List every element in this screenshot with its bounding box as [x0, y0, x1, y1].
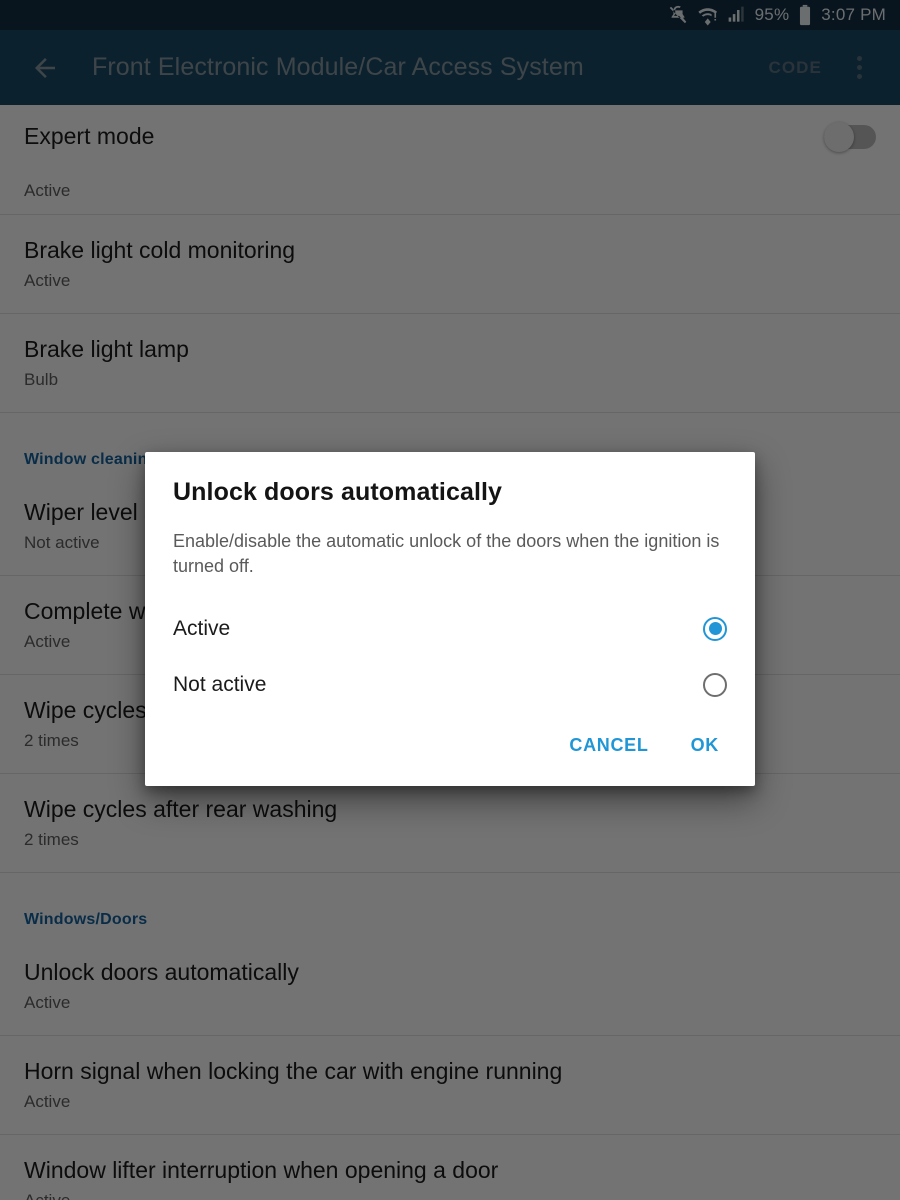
section-header-windows-doors: Windows/Doors [24, 911, 148, 928]
cancel-button[interactable]: CANCEL [555, 727, 662, 764]
code-button[interactable]: CODE [758, 50, 832, 86]
list-item-primary: Brake light lamp [24, 336, 189, 363]
list-item-primary: Window lifter interruption when opening … [24, 1157, 499, 1184]
toggle-knob [824, 121, 854, 152]
list-item-primary: Horn signal when locking the car with en… [24, 1058, 563, 1085]
list-item-secondary: 2 times [24, 829, 79, 849]
mute-bell-icon [667, 4, 689, 26]
expert-mode-label: Expert mode [24, 123, 155, 149]
ok-button[interactable]: OK [677, 727, 733, 764]
page-title: Front Electronic Module/Car Access Syste… [92, 53, 584, 81]
list-item[interactable]: Horn signal when locking the car with en… [0, 1036, 900, 1135]
option-label: Not active [173, 672, 267, 696]
option-row-active[interactable]: Active [145, 601, 755, 657]
list-item-secondary: Active [24, 1191, 876, 1200]
list-item-secondary: Active [24, 181, 71, 200]
wifi-alert-icon [697, 4, 719, 26]
expert-mode-toggle[interactable] [824, 121, 876, 152]
list-item-secondary: Active [24, 1091, 71, 1111]
dialog-title: Unlock doors automatically [173, 478, 503, 506]
list-item[interactable]: Window lifter interruption when opening … [0, 1135, 900, 1200]
status-bar: 95% 3:07 PM [0, 0, 900, 30]
unlock-doors-dialog: Unlock doors automatically Enable/disabl… [145, 452, 755, 786]
app-bar: Front Electronic Module/Car Access Syste… [0, 30, 900, 105]
cellular-signal-icon [727, 5, 747, 25]
list-item[interactable]: Unlock doors automatically Active [0, 937, 900, 1036]
list-item-secondary: Bulb [24, 369, 59, 389]
expert-mode-row[interactable]: Expert mode [0, 105, 900, 168]
battery-percentage: 95% [754, 5, 790, 24]
list-item-primary: Wipe cycles after rear washing [24, 796, 338, 823]
list-item[interactable]: Active [0, 168, 900, 215]
phone-screen: 95% 3:07 PM Front Electronic Module/Car … [0, 0, 900, 1200]
more-vertical-icon[interactable] [840, 45, 878, 91]
list-item-secondary: Active [24, 270, 71, 290]
list-item-primary: Unlock doors automatically [24, 959, 299, 986]
list-item-secondary: Active [24, 992, 71, 1012]
option-row-not-active[interactable]: Not active [145, 657, 755, 713]
list-item-primary: Brake light cold monitoring [24, 237, 296, 264]
dialog-message: Enable/disable the automatic unlock of t… [173, 531, 720, 576]
list-item[interactable]: Brake light lamp Bulb [0, 314, 900, 413]
dialog-options: Active Not active [145, 579, 755, 713]
battery-full-icon [797, 4, 813, 26]
radio-button-not-active[interactable] [703, 672, 727, 697]
list-item[interactable]: Brake light cold monitoring Active [0, 215, 900, 314]
clock: 3:07 PM [821, 5, 886, 24]
back-arrow-icon[interactable] [22, 45, 68, 91]
list-item[interactable]: Wipe cycles after rear washing 2 times [0, 774, 900, 873]
radio-button-active[interactable] [703, 616, 727, 641]
option-label: Active [173, 616, 231, 640]
dialog-actions: CANCEL OK [145, 713, 755, 786]
